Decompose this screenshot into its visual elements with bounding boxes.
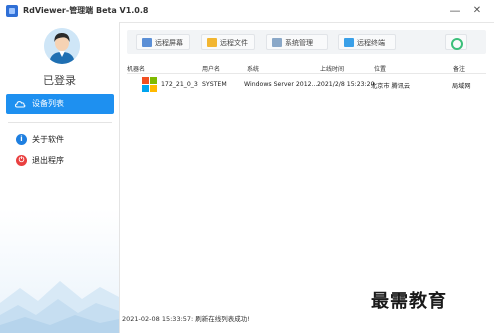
button-label: 远程屏幕 (155, 39, 183, 47)
watermark-text: 最需教育 (371, 291, 447, 312)
sidebar-item-label: 设备列表 (32, 99, 64, 108)
note: 局域网 (452, 83, 471, 90)
divider (8, 122, 112, 123)
remote-terminal-button[interactable]: 远程终端 (338, 34, 396, 50)
column-header[interactable]: 位置 (374, 64, 386, 73)
column-header[interactable]: 上线时间 (320, 64, 344, 73)
avatar (44, 28, 80, 64)
remote-screen-button[interactable]: 远程屏幕 (136, 34, 190, 50)
column-header[interactable]: 系统 (247, 64, 259, 73)
button-label: 远程文件 (220, 39, 248, 47)
user-avatar-icon (44, 28, 80, 64)
online-time: 2021/2/8 15:23:20 (317, 81, 375, 88)
column-header[interactable]: 机器名 (127, 64, 145, 73)
info-icon: i (16, 134, 27, 145)
window-title: RdViewer-管理端 Beta V1.0.8 (23, 6, 149, 15)
column-header[interactable]: 用户名 (202, 64, 220, 73)
sidebar-item-exit[interactable]: ⏻ 退出程序 (6, 152, 114, 170)
close-button[interactable]: ✕ (469, 3, 485, 19)
minimize-button[interactable]: — (447, 3, 463, 19)
button-label: 系统管理 (285, 39, 313, 47)
system-management-button[interactable]: 系统管理 (266, 34, 328, 50)
folder-icon (207, 38, 217, 47)
terminal-icon (344, 38, 354, 47)
remote-file-button[interactable]: 远程文件 (201, 34, 255, 50)
windows-logo-icon (142, 77, 158, 93)
button-label: 远程终端 (357, 39, 385, 47)
column-header[interactable]: 备注 (453, 64, 465, 73)
status-message: 2021-02-08 15:33:57: 刷新在线列表成功! (122, 315, 250, 323)
refresh-button[interactable] (445, 34, 467, 50)
machine-name: 172_21_0_3 (161, 81, 198, 88)
refresh-icon (451, 38, 463, 50)
sidebar-item-device-list[interactable]: 设备列表 (6, 94, 114, 114)
os-name: Windows Server 2012... (244, 81, 318, 88)
app-logo-icon (6, 5, 18, 17)
monitor-icon (142, 38, 152, 47)
settings-panel-icon (272, 38, 282, 47)
user-name: SYSTEM (202, 81, 227, 88)
sidebar: 已登录 设备列表 i 关于软件 ⏻ 退出程序 (0, 22, 120, 333)
table-row[interactable]: 172_21_0_3 SYSTEM Windows Server 2012...… (127, 74, 486, 96)
sidebar-item-label: 退出程序 (32, 156, 64, 165)
sidebar-item-label: 关于软件 (32, 135, 64, 144)
power-icon: ⏻ (16, 155, 27, 166)
location: 北京市 腾讯云 (371, 83, 411, 90)
toolbar: 远程屏幕 远程文件 系统管理 远程终端 (127, 30, 486, 54)
title-bar: RdViewer-管理端 Beta V1.0.8 — ✕ (0, 0, 494, 23)
login-status: 已登录 (43, 74, 76, 87)
mountain-decoration (0, 281, 119, 333)
cloud-icon (15, 101, 26, 108)
sidebar-item-about[interactable]: i 关于软件 (6, 131, 114, 149)
